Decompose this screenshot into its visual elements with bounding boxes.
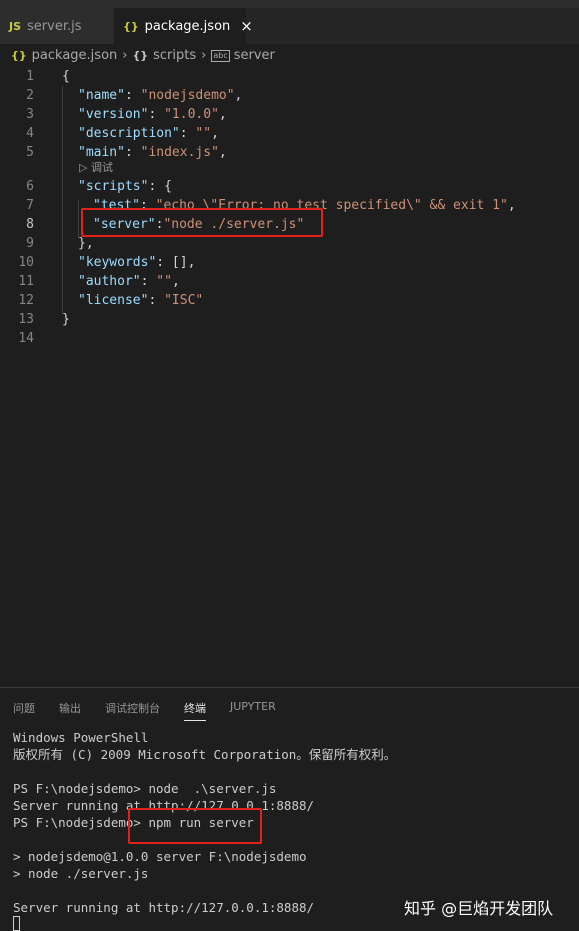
object-icon: {} [132, 49, 149, 62]
editor-tab-bar: JS server.js {} package.json × [0, 0, 579, 44]
line-number: 12 [18, 293, 34, 308]
watermark: 知乎 @巨焰开发团队 [404, 899, 554, 918]
tab-label: server.js [27, 18, 82, 34]
terminal-line: Server running at http://127.0.0.1:8888/ [13, 900, 315, 915]
code-line: } [62, 312, 70, 327]
line-number: 4 [26, 126, 34, 141]
breadcrumb: {} package.json › {} scripts › abc serve… [0, 44, 579, 67]
debug-codelens[interactable]: ▷ 调试 [79, 159, 113, 175]
tab-label: package.json [144, 18, 231, 34]
chevron-right-icon: › [201, 48, 207, 63]
breadcrumb-file-label: package.json [31, 48, 118, 63]
line-number: 7 [26, 198, 34, 213]
terminal-line: 版权所有 (C) 2009 Microsoft Corporation。保留所有… [13, 747, 397, 762]
tab-output[interactable]: 输出 [59, 700, 81, 716]
terminal-line: > node ./server.js [13, 866, 149, 881]
close-icon[interactable]: × [240, 17, 253, 35]
tab-server-js[interactable]: JS server.js [0, 8, 114, 44]
code-line: "version": "1.0.0", [78, 107, 227, 122]
breadcrumb-item-label: server [233, 48, 275, 63]
breadcrumb-item[interactable]: abc server [211, 48, 275, 63]
line-number: 9 [26, 236, 34, 251]
json-file-icon: {} [11, 49, 27, 62]
panel-tab-bar: 问题 输出 调试控制台 终端 JUPYTER [0, 688, 579, 722]
code-line: "name": "nodejsdemo", [78, 88, 243, 103]
line-number: 1 [26, 69, 34, 84]
code-line: "keywords": [], [78, 255, 196, 270]
line-number: 5 [26, 145, 34, 160]
tab-problems[interactable]: 问题 [13, 700, 35, 716]
code-line: { [62, 69, 70, 84]
line-number: 11 [18, 274, 34, 289]
highlight-box [128, 808, 262, 844]
json-file-icon: {} [123, 19, 139, 33]
terminal-line: PS F:\nodejsdemo> node .\server.js [13, 781, 277, 796]
line-number: 3 [26, 107, 34, 122]
terminal-line: > nodejsdemo@1.0.0 server F:\nodejsdemo [13, 849, 307, 864]
chevron-right-icon: › [122, 48, 128, 63]
code-line: "description": "", [78, 126, 219, 141]
line-number: 13 [18, 312, 34, 327]
tab-debug-console[interactable]: 调试控制台 [105, 700, 160, 716]
js-file-icon: JS [9, 19, 22, 33]
code-editor[interactable]: 1 { 2 "name": "nodejsdemo", 3 "version": "1… [0, 67, 579, 687]
breadcrumb-section[interactable]: {} scripts [132, 48, 196, 63]
tab-package-json[interactable]: {} package.json × [114, 8, 253, 44]
line-number: 2 [26, 88, 34, 103]
string-icon: abc [211, 49, 230, 62]
line-number: 6 [26, 179, 34, 194]
code-line: "author": "", [78, 274, 180, 289]
highlight-box [81, 208, 323, 237]
terminal-line: Windows PowerShell [13, 730, 149, 745]
breadcrumb-file[interactable]: {} package.json [0, 48, 117, 63]
line-number: 8 [26, 217, 34, 232]
line-number: 10 [18, 255, 34, 270]
terminal-cursor [13, 916, 20, 931]
tab-terminal[interactable]: 终端 [184, 700, 206, 721]
tab-jupyter[interactable]: JUPYTER [230, 700, 276, 713]
breadcrumb-section-label: scripts [153, 48, 197, 63]
title-strip [0, 0, 579, 8]
code-line: "license": "ISC" [78, 293, 204, 308]
line-number: 14 [18, 331, 34, 346]
code-line: "scripts": { [78, 179, 172, 194]
